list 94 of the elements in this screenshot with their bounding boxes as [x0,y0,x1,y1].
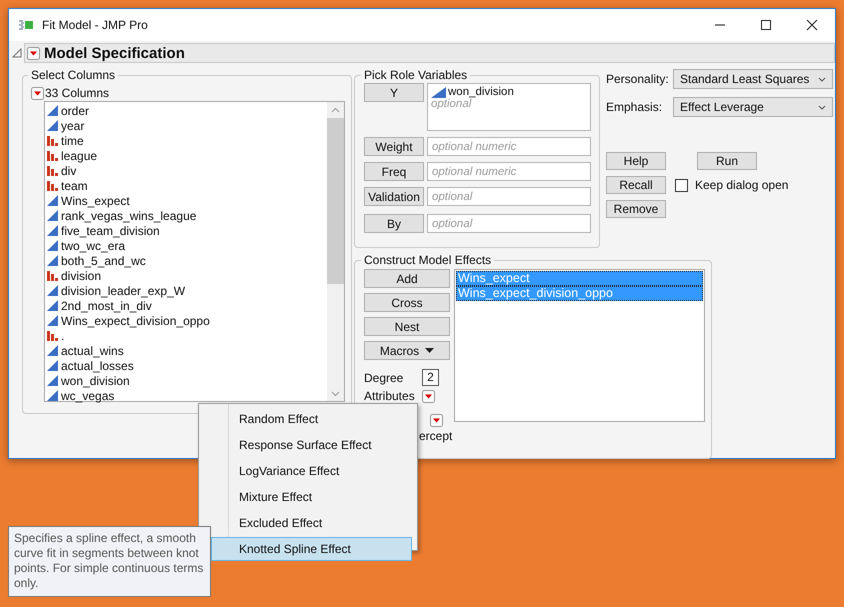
continuous-icon [47,315,58,326]
role-value: won_division [448,86,514,98]
menu-item[interactable]: Mixture Effect [211,485,412,509]
continuous-icon [47,285,58,296]
role-button[interactable]: By [364,214,424,233]
role-button[interactable]: Validation [364,187,424,206]
bar-chart-icon [47,135,58,146]
column-item[interactable]: Wins_expect [45,193,327,208]
scrollbar[interactable] [327,102,344,401]
bar-chart-icon [47,150,58,161]
role-field[interactable]: optional [427,214,591,233]
column-item[interactable]: actual_losses [45,358,327,373]
menu-item[interactable]: Excluded Effect [211,511,412,535]
column-item[interactable]: two_wc_era [45,238,327,253]
macros-dropdown-button[interactable]: Macros [364,341,450,360]
disclosure-icon[interactable] [12,48,22,58]
degree-field[interactable]: 2 [422,369,439,386]
menu-item[interactable]: Random Effect [211,407,412,431]
continuous-icon [47,225,58,236]
run-button[interactable]: Run [697,152,757,170]
menu-item[interactable]: Knotted Spline Effect [211,537,412,561]
column-item[interactable]: rank_vegas_wins_league [45,208,327,223]
close-icon[interactable] [806,19,818,31]
column-item[interactable]: time [45,133,327,148]
tooltip: Specifies a spline effect, a smooth curve fit in segments between knot points. For simple continuous terms only. [8,526,211,597]
bar-chart-icon [47,270,58,281]
effect-button[interactable]: Nest [364,317,450,336]
role-field[interactable]: optional numeric [427,162,591,181]
bar-chart-icon [47,180,58,191]
continuous-icon [47,240,58,251]
continuous-icon [47,210,58,221]
bar-chart-icon [47,165,58,176]
maximize-icon[interactable] [760,19,772,31]
degree-label: Degree [364,370,404,384]
role-button[interactable]: Freq [364,162,424,181]
recall-button[interactable]: Recall [606,176,666,194]
remove-button[interactable]: Remove [606,200,666,218]
attributes-label: Attributes [364,389,415,403]
intercept-label: ercept [419,429,452,443]
app-icon [19,20,33,30]
continuous-icon [47,360,58,371]
continuous-icon [47,345,58,356]
menu-item[interactable]: LogVariance Effect [211,459,412,483]
emphasis-label: Emphasis: [606,100,664,114]
continuous-icon [431,86,446,98]
column-item[interactable]: division [45,268,327,283]
column-count: 33 Columns [45,86,110,100]
role-button[interactable]: Y [364,83,424,102]
checkbox-label: Keep dialog open [695,178,788,192]
column-item[interactable]: wc_vegas [45,388,327,403]
continuous-icon [47,195,58,206]
column-item[interactable]: div [45,163,327,178]
scroll-down-icon[interactable] [331,391,340,397]
section-title: Model Specification [44,44,185,62]
column-item[interactable]: actual_wins [45,343,327,358]
column-item[interactable]: won_division [45,373,327,388]
role-placeholder: optional [431,98,472,110]
column-item[interactable]: 2nd_most_in_div [45,298,327,313]
column-item[interactable]: five_team_division [45,223,327,238]
role-field[interactable]: optional numeric [427,137,591,156]
column-item[interactable]: league [45,148,327,163]
continuous-icon [47,375,58,386]
column-item[interactable]: both_5_and_wc [45,253,327,268]
role-list[interactable]: won_division optional [427,83,591,131]
continuous-icon [47,255,58,266]
menu-item[interactable]: Response Surface Effect [211,433,412,457]
window-title: Fit Model - JMP Pro [42,18,148,32]
chevron-down-icon [818,77,826,82]
effect-button[interactable]: Cross [364,293,450,312]
personality-dropdown[interactable]: Standard Least Squares [673,69,833,89]
column-item[interactable]: year [45,118,327,133]
panel-title: Pick Role Variables [363,68,468,82]
role-button[interactable]: Weight [364,137,424,156]
caret-icon [425,348,434,353]
panel-title: Select Columns [30,68,116,82]
column-item[interactable]: team [45,178,327,193]
column-item[interactable]: . [45,328,327,343]
panel-title: Construct Model Effects [363,253,492,267]
continuous-icon [47,300,58,311]
chevron-down-icon [818,105,826,110]
continuous-icon [47,390,58,401]
column-item[interactable]: order [45,103,327,118]
continuous-icon [47,105,58,116]
bar-chart-icon [47,330,58,341]
column-item[interactable]: Wins_expect_division_oppo [45,313,327,328]
help-button[interactable]: Help [606,152,666,170]
scroll-up-icon[interactable] [331,107,340,113]
checkbox[interactable] [675,178,688,192]
continuous-icon [47,120,58,131]
role-field[interactable]: optional [427,187,591,206]
emphasis-dropdown[interactable]: Effect Leverage [673,97,833,117]
personality-label: Personality: [606,72,670,86]
column-item[interactable]: division_leader_exp_W [45,283,327,298]
effect-button[interactable]: Add [364,269,450,288]
